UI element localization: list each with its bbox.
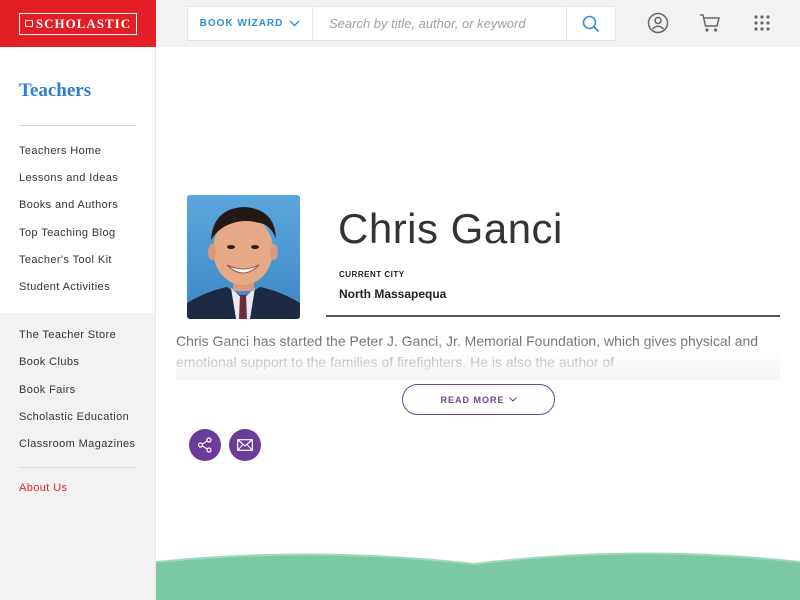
read-more-button[interactable]: READ MORE — [402, 384, 555, 415]
sidebar-item-book-fairs[interactable]: Book Fairs — [19, 384, 76, 396]
logo-text: SCHOLASTIC — [35, 15, 132, 31]
search-icon — [582, 15, 600, 32]
user-account-icon[interactable] — [647, 12, 669, 34]
search-button[interactable] — [566, 7, 615, 40]
author-bio: Chris Ganci has started the Peter J. Gan… — [176, 333, 759, 370]
current-city-label: CURRENT CITY — [339, 270, 405, 279]
book-wizard-dropdown[interactable]: BOOK WIZARD — [188, 7, 313, 40]
current-city-value: North Massapequa — [339, 287, 447, 301]
sidebar-divider-lower — [19, 467, 136, 468]
book-wizard-label: BOOK WIZARD — [199, 18, 284, 29]
search-bar: BOOK WIZARD — [187, 6, 616, 41]
sidebar-divider — [19, 125, 136, 126]
book-icon — [24, 20, 33, 27]
share-button[interactable] — [189, 429, 221, 461]
share-icon — [197, 437, 212, 453]
logo-mark: SCHOLASTIC — [18, 12, 138, 35]
sidebar-item-top-teaching-blog[interactable]: Top Teaching Blog — [19, 227, 116, 239]
author-photo — [187, 195, 300, 319]
shopping-cart-icon[interactable] — [699, 12, 721, 34]
chevron-down-icon — [289, 20, 300, 27]
sidebar-item-teacher-store[interactable]: The Teacher Store — [19, 329, 116, 341]
scholastic-logo[interactable]: SCHOLASTIC — [0, 0, 156, 47]
read-more-label: READ MORE — [440, 394, 505, 405]
chevron-down-icon — [508, 397, 517, 402]
apps-grid-icon[interactable] — [751, 12, 773, 34]
decorative-wave — [156, 552, 800, 600]
sidebar-item-books-authors[interactable]: Books and Authors — [19, 199, 118, 211]
top-header: SCHOLASTIC BOOK WIZARD — [0, 0, 800, 47]
profile-divider — [326, 315, 780, 317]
search-input[interactable] — [313, 7, 566, 40]
sidebar-item-teachers-home[interactable]: Teachers Home — [19, 145, 101, 157]
author-name: Chris Ganci — [338, 205, 563, 252]
email-icon — [237, 439, 253, 451]
sidebar-item-teachers-tool-kit[interactable]: Teacher's Tool Kit — [19, 254, 112, 266]
sidebar-title[interactable]: Teachers — [19, 80, 91, 102]
sidebar-item-scholastic-education[interactable]: Scholastic Education — [19, 411, 129, 423]
email-button[interactable] — [229, 429, 261, 461]
sidebar-item-about-us[interactable]: About Us — [19, 482, 67, 494]
sidebar-item-lessons-ideas[interactable]: Lessons and Ideas — [19, 172, 118, 184]
sidebar-item-classroom-magazines[interactable]: Classroom Magazines — [19, 438, 135, 450]
sidebar-item-book-clubs[interactable]: Book Clubs — [19, 356, 79, 368]
sidebar-item-student-activities[interactable]: Student Activities — [19, 281, 110, 293]
